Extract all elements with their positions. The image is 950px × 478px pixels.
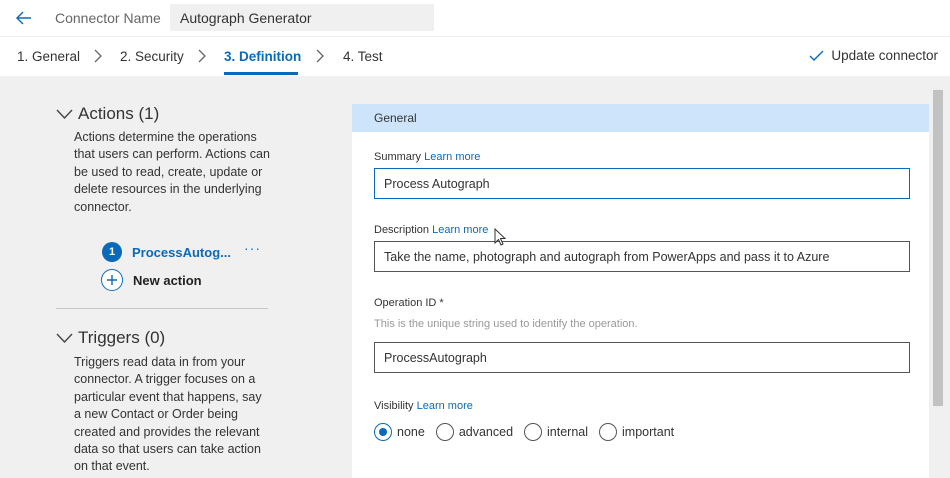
operation-id-label: Operation ID *: [374, 297, 444, 309]
actions-section-toggle[interactable]: Actions (1): [56, 104, 159, 124]
chevron-right-icon: [198, 49, 206, 63]
triggers-section-toggle[interactable]: Triggers (0): [56, 328, 165, 348]
triggers-title: Triggers (0): [78, 328, 166, 347]
actions-description: Actions determine the operations that us…: [74, 130, 270, 214]
chevron-down-icon: [56, 109, 73, 119]
summary-input[interactable]: Process Autograph: [374, 168, 910, 199]
step-general[interactable]: 1. General: [17, 49, 80, 64]
visibility-radio-group: none advanced internal important: [374, 423, 685, 441]
general-header-label: General: [374, 111, 417, 125]
actions-title: Actions (1): [78, 104, 160, 123]
step-security[interactable]: 2. Security: [120, 49, 184, 64]
visibility-radio-internal[interactable]: internal: [524, 423, 588, 441]
active-step-underline: [224, 72, 298, 75]
update-connector-label: Update connector: [831, 48, 938, 63]
back-arrow-icon[interactable]: [14, 8, 34, 28]
vertical-scrollbar[interactable]: [929, 76, 950, 478]
radio-empty-icon: [435, 423, 454, 441]
action-name: ProcessAutog...: [132, 244, 231, 260]
update-connector-button[interactable]: Update connector: [809, 48, 938, 63]
triggers-description: Triggers read data in from your connecto…: [74, 355, 262, 474]
chevron-down-icon: [56, 333, 73, 343]
visibility-radio-important[interactable]: important: [599, 423, 674, 441]
new-action-label: New action: [133, 272, 202, 288]
connector-name-input[interactable]: [170, 4, 434, 31]
action-more-icon[interactable]: ···: [244, 240, 261, 256]
definition-area: General Summary Learn more Process Autog…: [352, 76, 950, 478]
radio-selected-icon: [374, 423, 392, 441]
operation-id-help: This is the unique string used to identi…: [374, 318, 638, 330]
radio-empty-icon: [524, 423, 543, 441]
wizard-steps: 1. General 2. Security 3. Definition 4. …: [0, 36, 950, 76]
operation-id-input[interactable]: ProcessAutograph: [374, 342, 910, 373]
visibility-label: Visibility Learn more: [374, 400, 473, 412]
top-bar: Connector Name: [0, 0, 950, 36]
new-action-button[interactable]: New action: [101, 269, 202, 291]
action-item[interactable]: 1 ProcessAutog...: [102, 242, 231, 262]
summary-label: Summary Learn more: [374, 151, 481, 163]
radio-empty-icon: [599, 423, 618, 441]
visibility-learn-more-link[interactable]: Learn more: [417, 400, 473, 412]
mouse-cursor-icon: [494, 228, 507, 246]
chevron-right-icon: [316, 49, 324, 63]
operations-panel: Actions (1) Actions determine the operat…: [0, 76, 352, 478]
visibility-radio-none[interactable]: none: [374, 423, 425, 441]
checkmark-icon: [809, 50, 824, 61]
general-card: General Summary Learn more Process Autog…: [352, 104, 931, 478]
plus-circle-icon: [101, 269, 123, 291]
chevron-right-icon: [94, 49, 102, 63]
description-label: Description Learn more: [374, 224, 489, 236]
step-test[interactable]: 4. Test: [343, 49, 383, 64]
connector-name-label: Connector Name: [55, 10, 161, 26]
action-number-badge: 1: [102, 242, 122, 262]
step-definition[interactable]: 3. Definition: [224, 49, 301, 64]
section-divider: [56, 308, 268, 309]
general-card-header: General: [352, 104, 931, 132]
description-learn-more-link[interactable]: Learn more: [432, 224, 488, 236]
visibility-radio-advanced[interactable]: advanced: [435, 423, 513, 441]
scrollbar-thumb[interactable]: [933, 90, 943, 406]
description-input[interactable]: Take the name, photograph and autograph …: [374, 241, 910, 272]
summary-learn-more-link[interactable]: Learn more: [424, 151, 480, 163]
